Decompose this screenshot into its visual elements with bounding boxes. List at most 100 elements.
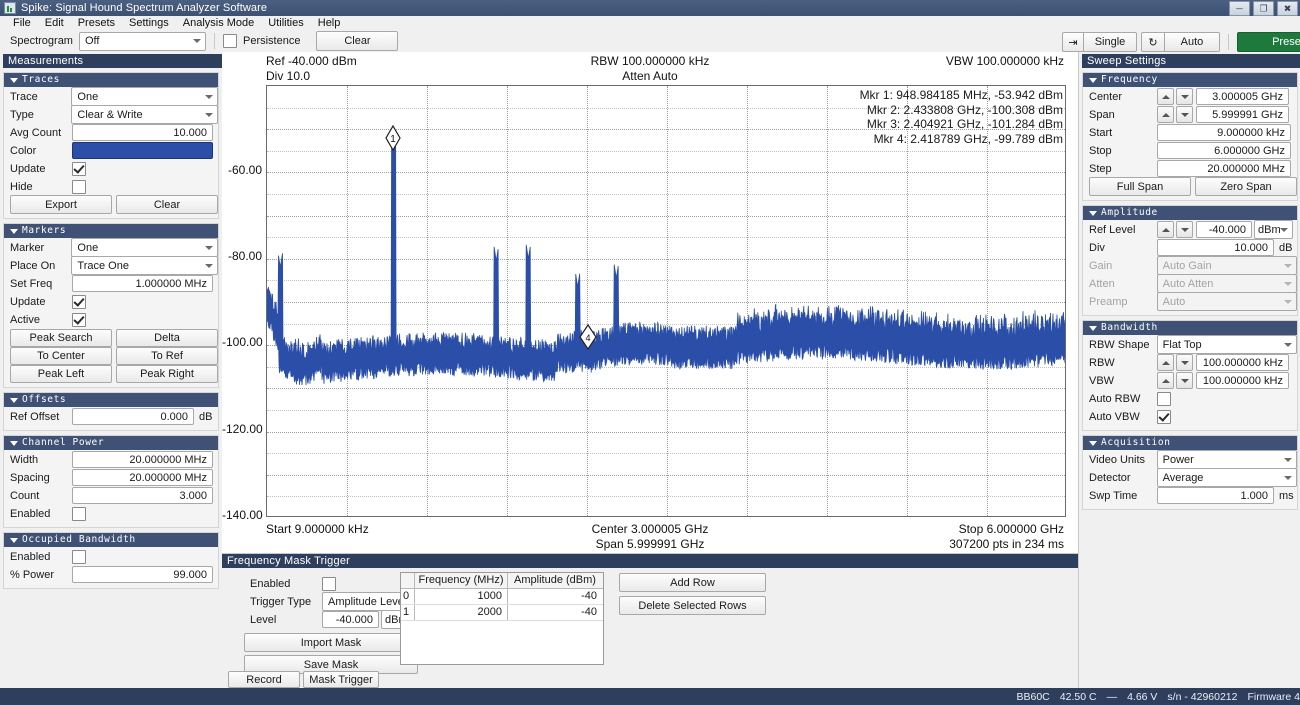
full-span-button[interactable]: Full Span <box>1089 177 1191 196</box>
menu-presets[interactable]: Presets <box>71 16 122 30</box>
center-input[interactable]: 3.000005 GHz <box>1196 88 1289 105</box>
spectrogram-select[interactable]: Off <box>78 31 206 51</box>
bandwidth-section-header[interactable]: Bandwidth <box>1083 321 1297 335</box>
single-button[interactable]: Single <box>1083 32 1137 52</box>
trace-type-select[interactable]: Clear & Write <box>71 105 218 124</box>
cp-spacing-input[interactable]: 20.000000 MHz <box>72 469 213 486</box>
vbw-increment-button[interactable] <box>1157 372 1174 389</box>
stop-input[interactable]: 6.000000 GHz <box>1157 142 1291 159</box>
ref-level-increment-button[interactable] <box>1157 221 1174 238</box>
peak-search-button[interactable]: Peak Search <box>10 328 112 347</box>
fmt-enabled-checkbox[interactable] <box>322 576 336 591</box>
auto-button[interactable]: Auto <box>1164 32 1220 52</box>
ref-level-unit-select[interactable]: dBm <box>1254 220 1293 239</box>
start-input[interactable]: 9.000000 kHz <box>1157 124 1291 141</box>
mask-index-header <box>401 573 415 588</box>
sweep-single-icon[interactable]: ⇥ <box>1062 32 1083 52</box>
toolbar-divider-2 <box>1228 34 1229 50</box>
traces-section-header[interactable]: Traces <box>4 73 218 87</box>
video-units-select[interactable]: Power <box>1156 450 1297 469</box>
table-row[interactable]: 1 2000 -40 <box>401 605 603 621</box>
mask-table[interactable]: Frequency (MHz) Amplitude (dBm) 0 1000 -… <box>400 572 604 665</box>
step-input[interactable]: 20.000000 MHz <box>1157 160 1291 177</box>
delta-button[interactable]: Delta <box>116 328 218 347</box>
span-decrement-button[interactable] <box>1176 106 1193 123</box>
add-row-button[interactable]: Add Row <box>619 573 766 592</box>
auto-rbw-checkbox[interactable] <box>1157 391 1171 406</box>
auto-vbw-checkbox[interactable] <box>1157 409 1171 424</box>
center-increment-button[interactable] <box>1157 88 1174 105</box>
rbw-increment-button[interactable] <box>1157 354 1174 371</box>
mask-row-amplitude[interactable]: -40 <box>508 605 602 620</box>
marker-update-checkbox[interactable] <box>72 294 86 309</box>
plot-area[interactable]: Mkr 1: 948.984185 MHz, -53.942 dBm Mkr 2… <box>266 85 1066 517</box>
offsets-section-header[interactable]: Offsets <box>4 393 218 407</box>
occupied-bandwidth-section-header[interactable]: Occupied Bandwidth <box>4 533 218 547</box>
close-icon[interactable]: ✖ <box>1277 1 1298 16</box>
peak-right-button[interactable]: Peak Right <box>116 364 218 383</box>
trace-color-swatch[interactable] <box>72 142 213 159</box>
rbw-input[interactable]: 100.000000 kHz <box>1196 354 1289 371</box>
trace-hide-checkbox[interactable] <box>72 179 86 194</box>
fmt-level-input[interactable]: -40.000 <box>322 611 379 628</box>
mask-trigger-button[interactable]: Mask Trigger <box>303 671 379 688</box>
menu-edit[interactable]: Edit <box>38 16 71 30</box>
vbw-decrement-button[interactable] <box>1176 372 1193 389</box>
mask-row-amplitude[interactable]: -40 <box>508 589 602 604</box>
cp-count-input[interactable]: 3.000 <box>72 487 213 504</box>
swp-time-input[interactable]: 1.000 <box>1157 487 1274 504</box>
detector-select[interactable]: Average <box>1156 468 1297 487</box>
trace-update-checkbox[interactable] <box>72 161 86 176</box>
acquisition-section-header[interactable]: Acquisition <box>1083 436 1297 450</box>
vbw-input[interactable]: 100.000000 kHz <box>1196 372 1289 389</box>
spectrogram-value: Off <box>84 35 100 47</box>
menu-settings[interactable]: Settings <box>122 16 176 30</box>
table-row[interactable]: 0 1000 -40 <box>401 589 603 605</box>
rbw-shape-select[interactable]: Flat Top <box>1156 335 1297 354</box>
persistence-checkbox[interactable] <box>222 34 237 48</box>
clear-button[interactable]: Clear <box>316 31 399 51</box>
span-increment-button[interactable] <box>1157 106 1174 123</box>
frequency-section-header[interactable]: Frequency <box>1083 73 1297 87</box>
restore-icon[interactable]: ❐ <box>1253 1 1274 16</box>
menu-help[interactable]: Help <box>311 16 348 30</box>
cp-width-input[interactable]: 20.000000 MHz <box>72 451 213 468</box>
trace-select[interactable]: One <box>71 87 218 106</box>
channel-power-section-header[interactable]: Channel Power <box>4 436 218 450</box>
refresh-icon[interactable]: ↻ <box>1141 32 1164 52</box>
to-center-button[interactable]: To Center <box>10 346 112 365</box>
obw-percent-input[interactable]: 99.000 <box>72 566 213 583</box>
peak-left-button[interactable]: Peak Left <box>10 364 112 383</box>
rbw-decrement-button[interactable] <box>1176 354 1193 371</box>
set-freq-input[interactable]: 1.000000 MHz <box>72 275 213 292</box>
ref-offset-input[interactable]: 0.000 <box>72 408 194 425</box>
mask-row-frequency[interactable]: 2000 <box>415 605 508 620</box>
trace-export-button[interactable]: Export <box>10 195 112 214</box>
trace-clear-button[interactable]: Clear <box>116 195 218 214</box>
delete-selected-rows-button[interactable]: Delete Selected Rows <box>619 596 766 615</box>
menu-analysis-mode[interactable]: Analysis Mode <box>176 16 262 30</box>
chart-points-annotation: 307200 pts in 234 ms <box>949 537 1064 551</box>
marker-active-checkbox[interactable] <box>72 312 86 327</box>
center-decrement-button[interactable] <box>1176 88 1193 105</box>
menu-file[interactable]: File <box>6 16 38 30</box>
import-mask-button[interactable]: Import Mask <box>244 633 418 652</box>
preset-button[interactable]: Preset <box>1237 32 1300 52</box>
div-input[interactable]: 10.000 <box>1157 239 1274 256</box>
menu-utilities[interactable]: Utilities <box>261 16 310 30</box>
zero-span-button[interactable]: Zero Span <box>1195 177 1297 196</box>
ref-level-input[interactable]: -40.000 <box>1196 221 1252 238</box>
record-button[interactable]: Record <box>228 671 300 688</box>
cp-enabled-checkbox[interactable] <box>72 506 86 521</box>
obw-enabled-checkbox[interactable] <box>72 549 86 564</box>
minimize-icon[interactable]: ─ <box>1229 1 1250 16</box>
mask-row-frequency[interactable]: 1000 <box>415 589 508 604</box>
place-on-select[interactable]: Trace One <box>71 256 218 275</box>
span-input[interactable]: 5.999991 GHz <box>1196 106 1289 123</box>
avg-count-input[interactable]: 10.000 <box>72 124 213 141</box>
ref-level-decrement-button[interactable] <box>1176 221 1193 238</box>
to-ref-button[interactable]: To Ref <box>116 346 218 365</box>
markers-section-header[interactable]: Markers <box>4 224 218 238</box>
amplitude-section-header[interactable]: Amplitude <box>1083 206 1297 220</box>
marker-select[interactable]: One <box>71 238 218 257</box>
